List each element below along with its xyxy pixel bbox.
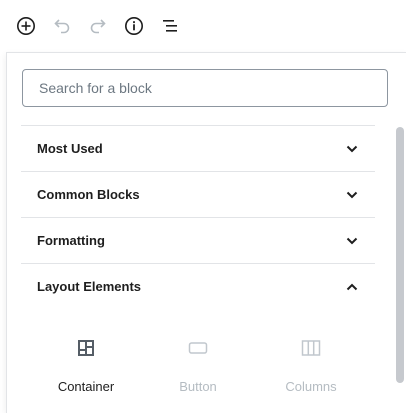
content-info-button[interactable]	[119, 11, 149, 41]
redo-button[interactable]	[83, 11, 113, 41]
block-navigation-button[interactable]	[155, 11, 185, 41]
category-most-used[interactable]: Most Used	[21, 125, 375, 171]
plus-circle-icon	[17, 17, 35, 35]
chevron-down-icon	[345, 142, 359, 156]
editor-toolbar	[0, 0, 406, 52]
chevron-down-icon	[345, 234, 359, 248]
undo-icon	[54, 19, 70, 34]
layout-blocks-grid: Container Button Columns	[41, 336, 381, 406]
category-label: Layout Elements	[37, 279, 142, 294]
block-search-field[interactable]	[22, 69, 388, 107]
container-icon	[77, 336, 95, 360]
scroll-thumb[interactable]	[396, 127, 404, 383]
add-block-button[interactable]	[11, 11, 41, 41]
button-icon	[188, 336, 208, 360]
block-inserter-panel: Most Used Common Blocks Formatting Layou…	[6, 52, 406, 413]
chevron-down-icon	[345, 188, 359, 202]
search-input[interactable]	[39, 80, 387, 96]
category-layout-elements[interactable]: Layout Elements	[21, 263, 375, 309]
block-container[interactable]: Container	[36, 336, 136, 406]
category-formatting[interactable]: Formatting	[21, 217, 375, 263]
category-common-blocks[interactable]: Common Blocks	[21, 171, 375, 217]
block-label: Columns	[285, 379, 337, 394]
block-label: Button	[179, 379, 217, 394]
chevron-up-icon	[345, 280, 359, 294]
panel-scrollbar[interactable]	[395, 127, 405, 413]
block-label: Container	[57, 379, 115, 394]
category-label: Formatting	[37, 233, 105, 248]
category-label: Common Blocks	[37, 187, 140, 202]
redo-icon	[90, 19, 106, 34]
block-columns[interactable]: Columns	[261, 336, 361, 406]
block-button[interactable]: Button	[148, 336, 248, 406]
list-outline-icon	[163, 20, 177, 32]
category-label: Most Used	[37, 141, 103, 156]
undo-button[interactable]	[47, 11, 77, 41]
info-icon	[125, 17, 143, 35]
columns-icon	[301, 336, 321, 360]
block-categories: Most Used Common Blocks Formatting Layou…	[21, 125, 375, 309]
